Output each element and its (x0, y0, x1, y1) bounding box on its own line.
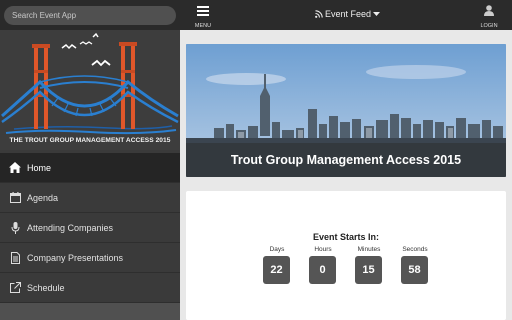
search-input[interactable] (4, 6, 176, 25)
countdown-label: Minutes (357, 246, 381, 253)
sidebar-item-company-presentations[interactable]: Company Presentations (0, 243, 180, 273)
calendar-icon (8, 191, 22, 205)
countdown-title: Event Starts In: (312, 232, 379, 242)
event-feed-dropdown[interactable]: Event Feed (315, 9, 381, 19)
sidebar-item-agenda[interactable]: Agenda (0, 183, 180, 213)
countdown-hours: Hours 0 (309, 246, 337, 284)
countdown-label: Seconds (402, 246, 428, 253)
menu-button[interactable]: MENU (192, 3, 214, 29)
sidebar-item-attending-companies[interactable]: Attending Companies (0, 213, 180, 243)
countdown-value: 15 (355, 256, 382, 284)
sidebar-item-label: Attending Companies (27, 222, 114, 233)
menu-label: MENU (194, 23, 212, 29)
sidebar: THE TROUT GROUP MANAGEMENT ACCESS 2015 H… (0, 0, 180, 320)
countdown-days: Days 22 (263, 246, 291, 284)
document-icon (8, 251, 22, 265)
rss-icon (315, 10, 323, 18)
banner-title: THE TROUT GROUP MANAGEMENT ACCESS 2015 (9, 137, 171, 144)
countdown-label: Hours (314, 246, 332, 253)
search-bar (0, 0, 180, 30)
user-icon (484, 5, 494, 16)
sidebar-item-label: Company Presentations (27, 252, 124, 263)
external-link-icon (8, 281, 22, 295)
bridge-logo (1, 32, 179, 135)
sidebar-nav: Home Agenda Attending Companies Company … (0, 153, 180, 303)
countdown-minutes: Minutes 15 (355, 246, 383, 284)
sidebar-item-label: Schedule (27, 282, 65, 293)
home-icon (8, 161, 22, 175)
countdown-seconds: Seconds 58 (401, 246, 429, 284)
sidebar-item-schedule[interactable]: Schedule (0, 273, 180, 303)
caret-down-icon (373, 11, 381, 16)
login-button[interactable]: LOGIN (478, 3, 500, 29)
top-bar: MENU Event Feed LOGIN (180, 0, 512, 30)
sidebar-item-label: Agenda (27, 192, 59, 203)
hero-title: Trout Group Management Access 2015 (230, 153, 462, 167)
sidebar-item-label: Home (27, 162, 52, 173)
countdown-row: Days 22 Hours 0 Minutes 15 Seconds 58 (186, 246, 506, 284)
hamburger-icon (197, 6, 209, 16)
login-label: LOGIN (480, 23, 498, 29)
countdown-value: 58 (401, 256, 428, 284)
hero-image: Trout Group Management Access 2015 (186, 44, 506, 177)
event-feed-label: Event Feed (325, 9, 372, 19)
sidebar-item-home[interactable]: Home (0, 153, 180, 183)
countdown-card: Event Starts In: Days 22 Hours 0 Minutes… (186, 191, 506, 320)
sidebar-footer (0, 303, 180, 320)
countdown-value: 22 (263, 256, 290, 284)
hero-caption: Trout Group Management Access 2015 (186, 143, 506, 177)
event-banner: THE TROUT GROUP MANAGEMENT ACCESS 2015 (0, 30, 180, 150)
microphone-icon (8, 221, 22, 235)
countdown-value: 0 (309, 256, 336, 284)
countdown-label: Days (269, 246, 285, 253)
